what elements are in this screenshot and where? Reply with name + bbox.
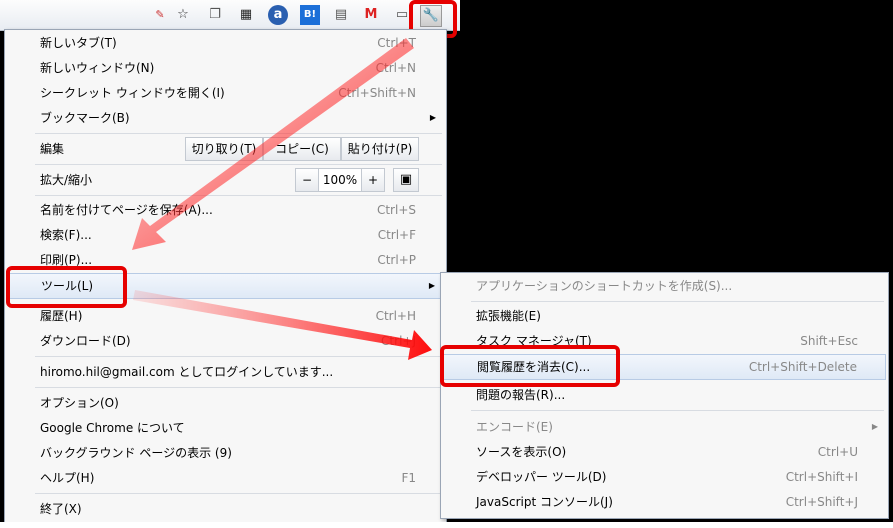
menu-shortcut: Ctrl+Shift+Delete (748, 360, 857, 374)
page-background-strip (0, 522, 893, 528)
menu-options[interactable]: オプション(O) (7, 391, 444, 415)
menu-separator (35, 493, 442, 494)
menu-label: エンコード(E) (476, 420, 553, 434)
menu-downloads[interactable]: ダウンロード(D) Ctrl+J (7, 329, 444, 353)
menu-label: Google Chrome について (40, 421, 185, 435)
menu-separator (35, 387, 442, 388)
menu-label: 拡張機能(E) (476, 309, 541, 323)
menu-shortcut: Ctrl+F (377, 228, 416, 242)
submenu-encoding[interactable]: エンコード(E) ▶ (443, 415, 886, 439)
menu-exit[interactable]: 終了(X) (7, 497, 444, 521)
tools-highlight-box (6, 266, 127, 308)
menu-shortcut: Shift+Esc (800, 334, 858, 348)
menu-shortcut: Ctrl+J (381, 334, 416, 348)
menu-separator (471, 410, 884, 411)
hatena-bookmark-icon[interactable]: B! (300, 5, 320, 25)
menu-separator (35, 164, 442, 165)
menu-label: 編集 (40, 142, 65, 156)
menu-shortcut: Ctrl+P (377, 253, 416, 267)
zoom-plus-button[interactable]: + (361, 168, 385, 192)
menu-label: デベロッパー ツール(D) (476, 470, 607, 484)
menu-find[interactable]: 検索(F)... Ctrl+F (7, 223, 444, 247)
menu-about[interactable]: Google Chrome について (7, 416, 444, 440)
menu-shortcut: Ctrl+Shift+N (338, 86, 416, 100)
menu-signed-in[interactable]: hiromo.hil@gmail.com としてログインしています... (7, 360, 444, 384)
menu-label: アプリケーションのショートカットを作成(S)... (476, 279, 733, 293)
submenu-developer-tools[interactable]: デベロッパー ツール(D) Ctrl+Shift+I (443, 465, 886, 489)
gmail-icon[interactable]: M (361, 5, 381, 25)
submenu-extensions[interactable]: 拡張機能(E) (443, 304, 886, 328)
menu-label: シークレット ウィンドウを開く(I) (40, 86, 225, 100)
menu-edit-row: 編集 切り取り(T) コピー(C) 貼り付け(P) (7, 137, 444, 161)
submenu-create-shortcut[interactable]: アプリケーションのショートカットを作成(S)... (443, 274, 886, 298)
paste-button[interactable]: 貼り付け(P) (341, 137, 419, 161)
menu-shortcut: Ctrl+N (375, 61, 416, 75)
menu-background-pages[interactable]: バックグラウンド ページの表示 (9) (7, 441, 444, 465)
clear-data-highlight-box (440, 345, 620, 387)
zoom-minus-button[interactable]: − (295, 168, 319, 192)
submenu-js-console[interactable]: JavaScript コンソール(J) Ctrl+Shift+J (443, 490, 886, 514)
menu-label: JavaScript コンソール(J) (476, 495, 613, 509)
menu-help[interactable]: ヘルプ(H) F1 (7, 466, 444, 490)
menu-label: オプション(O) (40, 396, 119, 410)
copy-button[interactable]: コピー(C) (263, 137, 341, 161)
menu-label: 終了(X) (40, 502, 82, 516)
menu-shortcut: Ctrl+T (377, 36, 416, 50)
menu-new-tab[interactable]: 新しいタブ(T) Ctrl+T (7, 31, 444, 55)
menu-separator (471, 301, 884, 302)
menu-separator (35, 133, 442, 134)
menu-label: ダウンロード(D) (40, 334, 131, 348)
menu-label: 拡大/縮小 (40, 173, 93, 187)
menu-shortcut: Ctrl+Shift+J (785, 495, 858, 509)
menu-separator (35, 195, 442, 196)
menu-label: 新しいタブ(T) (40, 36, 117, 50)
menu-save-as[interactable]: 名前を付けてページを保存(A)... Ctrl+S (7, 198, 444, 222)
menu-label: ブックマーク(B) (40, 111, 130, 125)
cut-button[interactable]: 切り取り(T) (185, 137, 263, 161)
submenu-arrow-icon: ▶ (871, 422, 878, 431)
menu-label: hiromo.hil@gmail.com としてログインしています... (40, 365, 334, 379)
page-action-icon[interactable]: ✎ (150, 5, 170, 25)
qr-icon[interactable]: ▦ (236, 5, 256, 25)
fullscreen-button[interactable]: ▣ (393, 168, 419, 192)
menu-label: ヘルプ(H) (40, 471, 95, 485)
menu-label: バックグラウンド ページの表示 (9) (40, 446, 232, 460)
submenu-arrow-icon: ▶ (428, 281, 435, 290)
menu-shortcut: Ctrl+U (817, 445, 858, 459)
submenu-arrow-icon: ▶ (429, 113, 436, 122)
menu-new-window[interactable]: 新しいウィンドウ(N) Ctrl+N (7, 56, 444, 80)
submenu-view-source[interactable]: ソースを表示(O) Ctrl+U (443, 440, 886, 464)
menu-shortcut: Ctrl+H (375, 309, 416, 323)
menu-zoom-row: 拡大/縮小 − 100% + ▣ (7, 168, 444, 192)
note-icon[interactable]: ▤ (331, 5, 351, 25)
window-icon[interactable]: ❐ (205, 5, 225, 25)
tools-submenu: アプリケーションのショートカットを作成(S)... 拡張機能(E) タスク マネ… (440, 272, 889, 519)
a-icon[interactable]: a (268, 5, 288, 25)
menu-incognito[interactable]: シークレット ウィンドウを開く(I) Ctrl+Shift+N (7, 81, 444, 105)
menu-shortcut: Ctrl+Shift+I (785, 470, 858, 484)
menu-label: 新しいウィンドウ(N) (40, 61, 155, 75)
menu-shortcut: F1 (401, 471, 416, 485)
menu-label: ソースを表示(O) (476, 445, 567, 459)
zoom-value: 100% (318, 168, 362, 192)
menu-bookmarks[interactable]: ブックマーク(B) ▶ (7, 106, 444, 130)
browser-toolbar: ✎ ☆ ❐ ▦ a B! ▤ M ▭ 🔧 (0, 0, 460, 31)
menu-shortcut: Ctrl+S (376, 203, 416, 217)
menu-label: 名前を付けてページを保存(A)... (40, 203, 213, 217)
menu-separator (35, 356, 442, 357)
menu-label: 検索(F)... (40, 228, 92, 242)
star-icon[interactable]: ☆ (173, 5, 193, 25)
